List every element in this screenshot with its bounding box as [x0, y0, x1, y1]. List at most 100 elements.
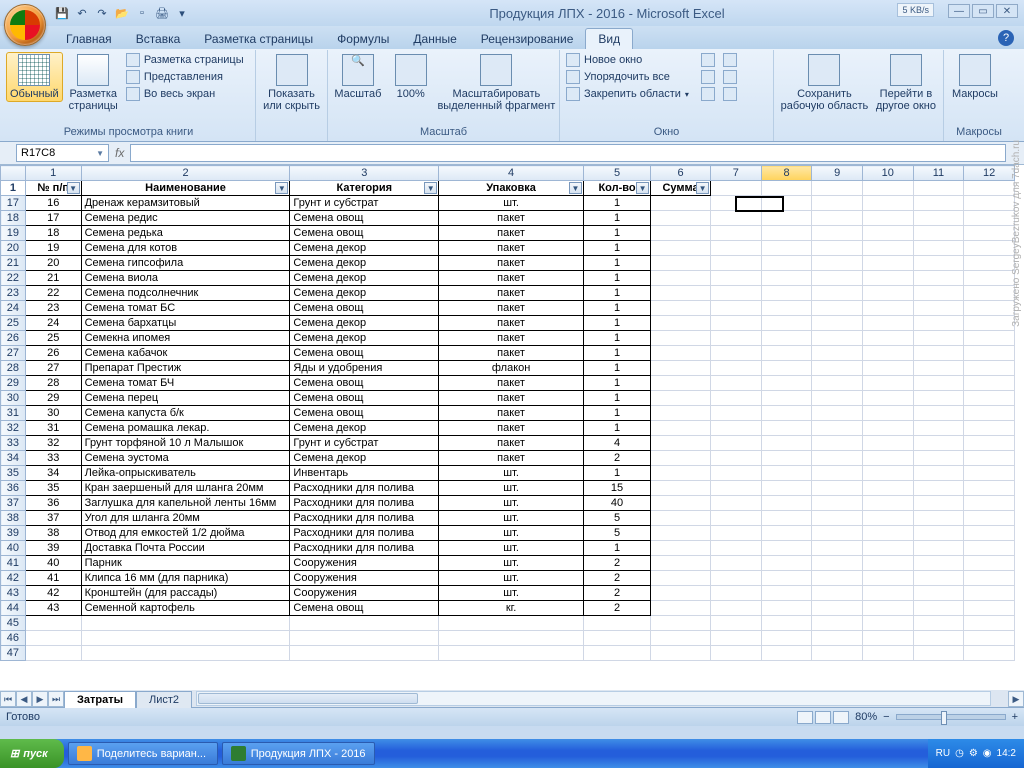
cell[interactable]: флакон [439, 361, 584, 376]
filter-dd-icon[interactable]: ▼ [275, 182, 288, 194]
cell[interactable] [862, 646, 913, 661]
cell[interactable] [711, 391, 762, 406]
cell[interactable] [913, 541, 964, 556]
cell[interactable] [812, 301, 863, 316]
cell[interactable] [711, 406, 762, 421]
cell[interactable]: 1 [583, 286, 650, 301]
cell[interactable] [761, 526, 812, 541]
cell[interactable] [862, 211, 913, 226]
minimize-button[interactable]: — [948, 4, 970, 18]
cell[interactable] [862, 481, 913, 496]
cell[interactable] [964, 316, 1015, 331]
cell[interactable]: Парник [81, 556, 290, 571]
cell[interactable]: Семена овощ [290, 376, 439, 391]
cell[interactable]: 42 [25, 586, 81, 601]
cell[interactable] [862, 406, 913, 421]
zoom-handle[interactable] [941, 711, 947, 725]
cell[interactable] [913, 436, 964, 451]
cell[interactable] [651, 241, 711, 256]
cell[interactable] [862, 391, 913, 406]
cell[interactable]: Угол для шланга 20мм [81, 511, 290, 526]
cell[interactable] [862, 376, 913, 391]
resetpos-button[interactable] [721, 86, 739, 102]
cell[interactable] [964, 541, 1015, 556]
cell[interactable] [913, 196, 964, 211]
cell[interactable]: 31 [25, 421, 81, 436]
cell[interactable] [25, 646, 81, 661]
cell[interactable] [812, 616, 863, 631]
cell[interactable] [761, 601, 812, 616]
qat-print-icon[interactable]: 🖨 [154, 5, 170, 21]
cell[interactable]: шт. [439, 496, 584, 511]
cell[interactable] [25, 631, 81, 646]
cell[interactable] [913, 256, 964, 271]
cell[interactable]: Расходники для полива [290, 496, 439, 511]
cell[interactable] [651, 406, 711, 421]
cell[interactable] [812, 646, 863, 661]
system-tray[interactable]: RU ◷ ⚙ ◉ 14:2 [928, 739, 1024, 768]
cell[interactable] [964, 346, 1015, 361]
row-header-45[interactable]: 45 [1, 616, 26, 631]
cell[interactable]: Расходники для полива [290, 526, 439, 541]
cell[interactable] [761, 346, 812, 361]
cell[interactable]: пакет [439, 316, 584, 331]
cell[interactable] [711, 256, 762, 271]
view-pagelayout-button[interactable]: Разметка страницы [65, 52, 122, 114]
cell[interactable]: кг. [439, 601, 584, 616]
cell[interactable] [913, 346, 964, 361]
cell[interactable] [711, 226, 762, 241]
cell[interactable]: Семена ромашка лекар. [81, 421, 290, 436]
cell[interactable] [913, 316, 964, 331]
cell[interactable] [812, 541, 863, 556]
cell[interactable] [761, 301, 812, 316]
sheet-nav-first[interactable]: ⏮ [0, 691, 16, 707]
row-header-33[interactable]: 33 [1, 436, 26, 451]
cell[interactable]: шт. [439, 466, 584, 481]
cell[interactable]: пакет [439, 376, 584, 391]
cell[interactable] [964, 586, 1015, 601]
ribbon-tab-Формулы[interactable]: Формулы [325, 29, 401, 49]
cell[interactable]: 25 [25, 331, 81, 346]
cell[interactable] [964, 331, 1015, 346]
cell[interactable]: Семена редька [81, 226, 290, 241]
cell[interactable]: 18 [25, 226, 81, 241]
sheet-nav-last[interactable]: ⏭ [48, 691, 64, 707]
cell[interactable] [651, 376, 711, 391]
cell[interactable]: 15 [583, 481, 650, 496]
cell[interactable]: 27 [25, 361, 81, 376]
cell[interactable] [651, 196, 711, 211]
cell[interactable] [711, 271, 762, 286]
cell[interactable]: пакет [439, 226, 584, 241]
cell[interactable]: 2 [583, 601, 650, 616]
cell[interactable]: 2 [583, 451, 650, 466]
cell[interactable] [812, 181, 863, 196]
cell[interactable] [913, 601, 964, 616]
cell[interactable] [25, 616, 81, 631]
row-header-37[interactable]: 37 [1, 496, 26, 511]
col-header-11[interactable]: 11 [913, 166, 964, 181]
cell[interactable]: 1 [583, 541, 650, 556]
row-header-17[interactable]: 17 [1, 196, 26, 211]
cell[interactable]: 20 [25, 256, 81, 271]
cell[interactable] [964, 556, 1015, 571]
row-header-18[interactable]: 18 [1, 211, 26, 226]
filter-header[interactable]: № п/п▼ [25, 181, 81, 196]
cell[interactable] [651, 226, 711, 241]
macros-button[interactable]: Макросы [948, 52, 1002, 102]
sheet-tab-Затраты[interactable]: Затраты [64, 691, 136, 708]
cell[interactable]: 1 [583, 361, 650, 376]
view-customviews-button[interactable]: Представления [124, 69, 246, 85]
ribbon-tab-Рецензирование[interactable]: Рецензирование [469, 29, 586, 49]
cell[interactable] [964, 226, 1015, 241]
cell[interactable] [862, 331, 913, 346]
cell[interactable]: Инвентарь [290, 466, 439, 481]
cell[interactable]: шт. [439, 541, 584, 556]
cell[interactable] [862, 226, 913, 241]
cell[interactable] [862, 541, 913, 556]
cell[interactable] [761, 466, 812, 481]
cell[interactable] [964, 646, 1015, 661]
cell[interactable] [913, 286, 964, 301]
cell[interactable] [964, 616, 1015, 631]
cell[interactable]: Клипса 16 мм (для парника) [81, 571, 290, 586]
cell[interactable] [711, 586, 762, 601]
